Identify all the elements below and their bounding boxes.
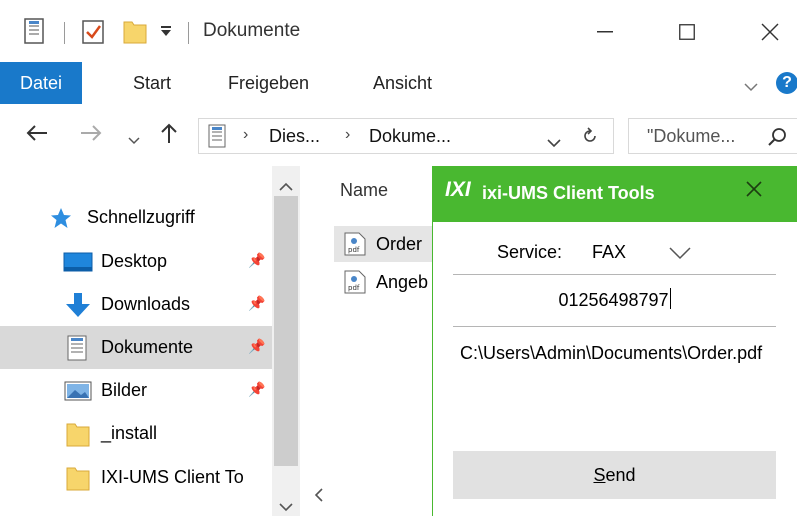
scroll-left-chevron-icon[interactable] — [314, 488, 324, 507]
sidebar-item-label: _install — [101, 423, 158, 443]
folder-icon — [66, 465, 90, 496]
sidebar-item-downloads[interactable]: Downloads 📌 — [0, 283, 272, 326]
close-button[interactable] — [745, 12, 795, 52]
address-history-chevron-icon[interactable] — [547, 132, 561, 153]
service-select[interactable]: FAX — [592, 242, 626, 263]
pin-icon[interactable]: 📌 — [248, 381, 265, 398]
sidebar-item-pictures[interactable]: Bilder 📌 — [0, 369, 272, 412]
fax-number-field[interactable]: 01256498797 — [453, 288, 776, 311]
tab-freigeben[interactable]: Freigeben — [228, 73, 309, 94]
pin-icon[interactable]: 📌 — [248, 338, 265, 355]
folder-icon — [66, 421, 90, 452]
svg-text:pdf: pdf — [348, 246, 360, 254]
close-icon — [761, 23, 779, 41]
dialog-header: IXI ixi-UMS Client Tools — [433, 166, 797, 222]
column-header-name[interactable]: Name — [340, 180, 388, 201]
new-folder-icon[interactable] — [123, 18, 147, 49]
pdf-file-icon: pdf — [344, 270, 366, 299]
desktop-icon — [63, 252, 93, 277]
sidebar-item-ixi-ums-client-tools[interactable]: IXI-UMS Client To — [0, 456, 272, 499]
send-mnemonic: S — [593, 464, 606, 485]
divider — [453, 326, 776, 327]
documents-icon — [208, 124, 226, 153]
properties-icon[interactable] — [24, 18, 44, 49]
svg-text:pdf: pdf — [348, 284, 360, 292]
refresh-icon[interactable] — [581, 127, 599, 150]
divider — [453, 274, 776, 275]
pin-icon[interactable]: 📌 — [248, 252, 265, 269]
text-caret — [669, 288, 671, 309]
nav-scrollbar[interactable] — [272, 166, 300, 516]
sidebar-item-label: Dokumente — [101, 337, 194, 357]
minimize-icon — [597, 31, 613, 33]
breadcrumb-documents[interactable]: Dokume... — [369, 126, 451, 147]
ribbon-tabs: Datei Start Freigeben Ansicht ? — [0, 62, 797, 105]
sidebar-item-label: IXI-UMS Client To — [101, 467, 244, 487]
search-icon[interactable] — [767, 127, 787, 152]
breadcrumb-separator-icon[interactable]: › — [243, 126, 248, 144]
send-label-rest: end — [605, 464, 636, 485]
pdf-file-icon: pdf — [344, 232, 366, 261]
customize-chevron-icon[interactable] — [159, 22, 173, 43]
service-label: Service: — [497, 242, 563, 262]
nav-scrollbar-thumb[interactable] — [274, 196, 298, 466]
fax-number-value: 01256498797 — [558, 290, 669, 310]
sidebar-item-documents[interactable]: Dokumente 📌 — [0, 326, 272, 369]
dialog-close-button[interactable] — [745, 180, 769, 204]
address-bar[interactable]: › Dies... › Dokume... — [198, 118, 614, 154]
service-dropdown-chevron-icon[interactable] — [669, 244, 691, 265]
help-icon[interactable]: ? — [776, 72, 797, 94]
maximize-icon — [679, 24, 695, 40]
close-icon — [746, 181, 762, 197]
tab-ansicht[interactable]: Ansicht — [373, 73, 432, 94]
title-bar: Dokumente — [0, 0, 797, 62]
ixi-logo: IXI — [445, 178, 471, 201]
check-document-icon[interactable] — [82, 18, 104, 49]
sidebar-item-label: Bilder — [101, 380, 148, 400]
window-title: Dokumente — [203, 20, 301, 41]
minimize-button[interactable] — [580, 12, 630, 52]
search-input[interactable]: "Dokume... — [628, 118, 797, 154]
sidebar-item-label: Desktop — [101, 251, 168, 271]
dialog-title: ixi-UMS Client Tools — [482, 183, 655, 203]
scroll-up-chevron-icon[interactable] — [279, 176, 293, 197]
sidebar-item-desktop[interactable]: Desktop 📌 — [0, 240, 272, 283]
documents-icon — [67, 335, 87, 366]
tab-start[interactable]: Start — [133, 73, 171, 94]
separator — [64, 22, 65, 44]
maximize-button[interactable] — [662, 12, 712, 52]
recent-locations-chevron-icon[interactable] — [128, 126, 140, 152]
pictures-icon — [64, 381, 92, 406]
scroll-down-chevron-icon[interactable] — [279, 496, 293, 517]
navigation-pane: Schnellzugriff Desktop 📌 Downloads 📌 Dok… — [0, 166, 300, 516]
star-icon — [50, 207, 72, 234]
pin-icon[interactable]: 📌 — [248, 295, 265, 312]
tab-datei[interactable]: Datei — [0, 62, 82, 104]
send-button[interactable]: Send — [453, 451, 776, 499]
sidebar-item-quick-access[interactable]: Schnellzugriff — [0, 196, 272, 239]
back-arrow-icon[interactable] — [26, 122, 48, 148]
separator — [188, 22, 189, 44]
address-toolbar: › Dies... › Dokume... "Dokume... — [0, 104, 797, 166]
ixi-ums-client-tools-dialog: IXI ixi-UMS Client Tools Service: FAX 01… — [432, 166, 797, 516]
breadcrumb-this-pc[interactable]: Dies... — [269, 126, 320, 147]
breadcrumb-separator-icon[interactable]: › — [345, 126, 350, 144]
search-placeholder: "Dokume... — [647, 126, 736, 146]
file-name: Order — [376, 234, 423, 254]
sidebar-item-label: Downloads — [101, 294, 191, 314]
forward-arrow-icon[interactable] — [80, 122, 102, 148]
expand-ribbon-chevron-icon[interactable] — [744, 76, 758, 97]
sidebar-item-install[interactable]: _install — [0, 412, 272, 455]
download-arrow-icon — [64, 292, 92, 323]
file-path-field[interactable]: C:\Users\Admin\Documents\Order.pdf — [460, 343, 776, 364]
up-arrow-icon[interactable] — [160, 122, 178, 150]
file-name: Angeb — [376, 272, 429, 292]
sidebar-item-label: Schnellzugriff — [87, 207, 195, 227]
